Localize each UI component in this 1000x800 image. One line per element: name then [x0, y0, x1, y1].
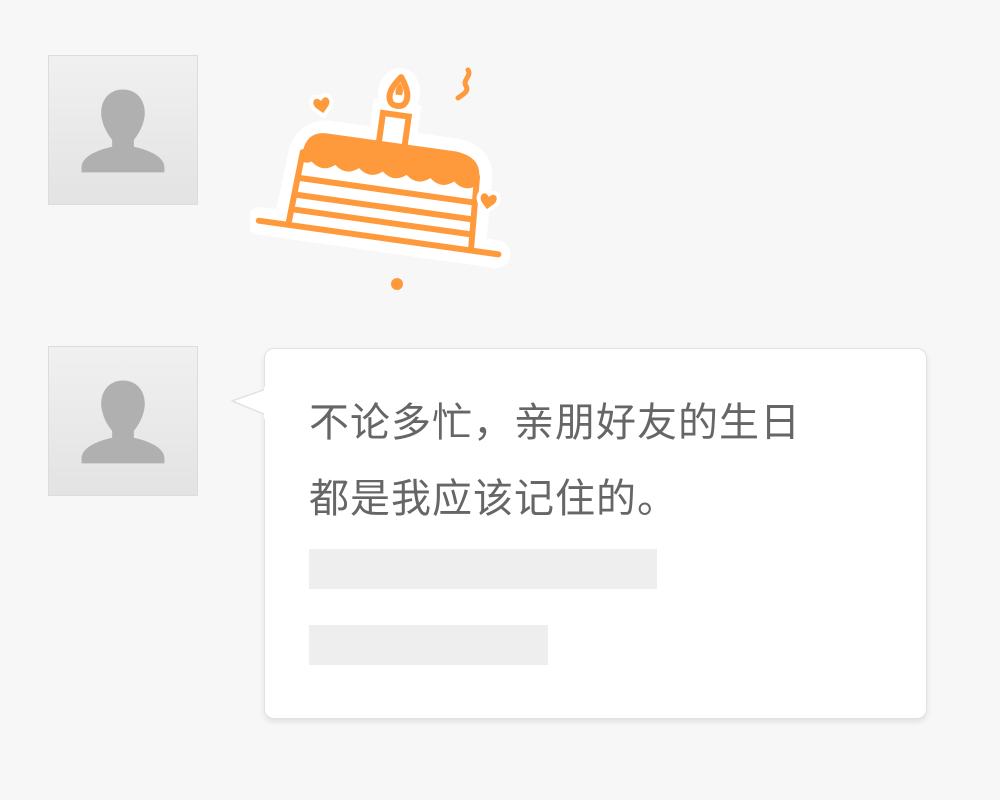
birthday-cake-icon — [250, 67, 511, 290]
placeholder-line — [309, 549, 657, 589]
chat-screen: 不论多忙，亲朋好友的生日 都是我应该记住的。 — [0, 0, 1000, 800]
message-bubble[interactable]: 不论多忙，亲朋好友的生日 都是我应该记住的。 — [264, 348, 927, 719]
user-silhouette-icon — [81, 380, 165, 464]
birthday-cake-sticker[interactable] — [250, 62, 520, 302]
message-line: 不论多忙，亲朋好友的生日 — [309, 400, 801, 446]
user-silhouette-icon — [81, 89, 165, 173]
placeholder-line — [309, 625, 548, 665]
bubble-tail — [230, 385, 270, 425]
message-line: 都是我应该记住的。 — [309, 476, 678, 522]
avatar[interactable] — [48, 346, 198, 496]
message-text: 不论多忙，亲朋好友的生日 都是我应该记住的。 — [309, 385, 879, 537]
avatar[interactable] — [48, 55, 198, 205]
